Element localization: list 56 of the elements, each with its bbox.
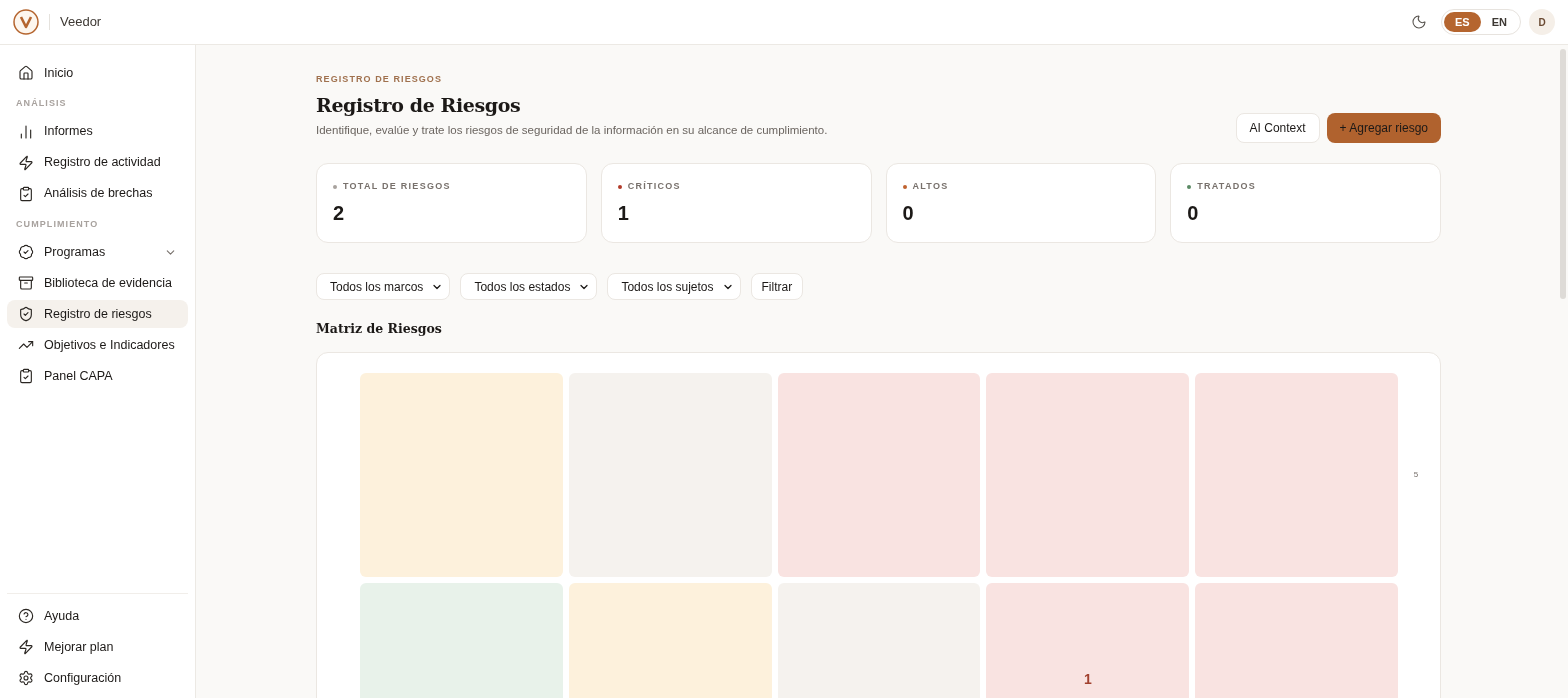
stat-label: TRATADOS [1197,180,1256,194]
bar-chart-icon [18,123,34,140]
lightning-icon [18,639,34,655]
stat-label: ALTOS [912,180,949,194]
stat-value: 0 [1187,200,1200,226]
nav-item[interactable]: Registro de riesgos [7,300,188,328]
nav-item[interactable]: Registro de actividad [7,148,188,177]
section-title: Matriz de Riesgos [316,320,443,339]
matrix-cell[interactable] [1195,373,1399,577]
filter-select[interactable]: Todos los estados [460,273,598,301]
brand-name: Veedor [60,13,102,32]
matrix-cell[interactable]: 1 [986,583,1190,698]
section-heading: ANÁLISIS [15,97,68,110]
clipboard-check-icon [18,368,34,384]
stat-value: 0 [902,200,915,226]
nav-item[interactable]: Ayuda [7,602,188,630]
matrix-cell[interactable] [777,373,981,577]
nav-item[interactable]: Mejorar plan [7,633,188,661]
add-risk-button[interactable]: + Agregar riesgo [1326,113,1441,144]
nav-item[interactable]: Panel CAPA [7,362,188,390]
nav-item[interactable]: Configuración [7,664,188,692]
user-avatar[interactable]: D [1529,9,1555,35]
badge-check-icon [18,244,34,260]
help-icon [18,608,34,624]
settings-icon [18,670,34,686]
axis-label: 5 [1412,469,1420,481]
nav-item[interactable]: Programas [7,238,188,266]
section-heading: CUMPLIMIENTO [15,217,100,231]
archive-box-icon [18,275,34,291]
shield-check-icon [18,306,34,322]
clipboard-check-icon [18,185,34,202]
nav-item[interactable]: Biblioteca de evidencia [7,269,188,297]
home-icon [18,65,34,81]
risk-count: 1 [1084,670,1092,689]
ai-context-button[interactable]: AI Context [1235,113,1320,144]
lightning-icon [18,154,34,171]
page-subtitle: Identifique, evalúe y trate los riesgos de seguridad de la información en su alcance de cumplimiento. [316,123,828,138]
stat-label: CRÍTICOS [627,180,681,194]
page-title: Registro de Riesgos [316,92,522,118]
filter-select[interactable]: Todos los marcos [316,273,451,301]
logo-icon [13,9,39,35]
matrix-cell[interactable] [360,373,563,577]
stat-label: TOTAL DE RIESGOS [343,180,451,194]
stat-value: 1 [617,200,630,226]
language-option[interactable]: EN [1480,12,1518,32]
nav-item[interactable]: Inicio [7,59,188,87]
nav-item[interactable]: Objetivos e Indicadores [7,331,188,359]
language-option[interactable]: ES [1444,12,1481,32]
page-eyebrow: REGISTRO DE RIESGOS [316,73,444,86]
filter-select[interactable]: Todos los sujetos [607,273,741,301]
nav-item[interactable]: Informes [7,117,188,146]
dark-mode-icon[interactable] [1411,14,1428,30]
nav-item[interactable]: Análisis de brechas [7,179,188,208]
filter-button[interactable]: Filtrar [750,273,804,301]
stat-value: 2 [333,200,346,226]
matrix-cell[interactable] [986,373,1190,577]
